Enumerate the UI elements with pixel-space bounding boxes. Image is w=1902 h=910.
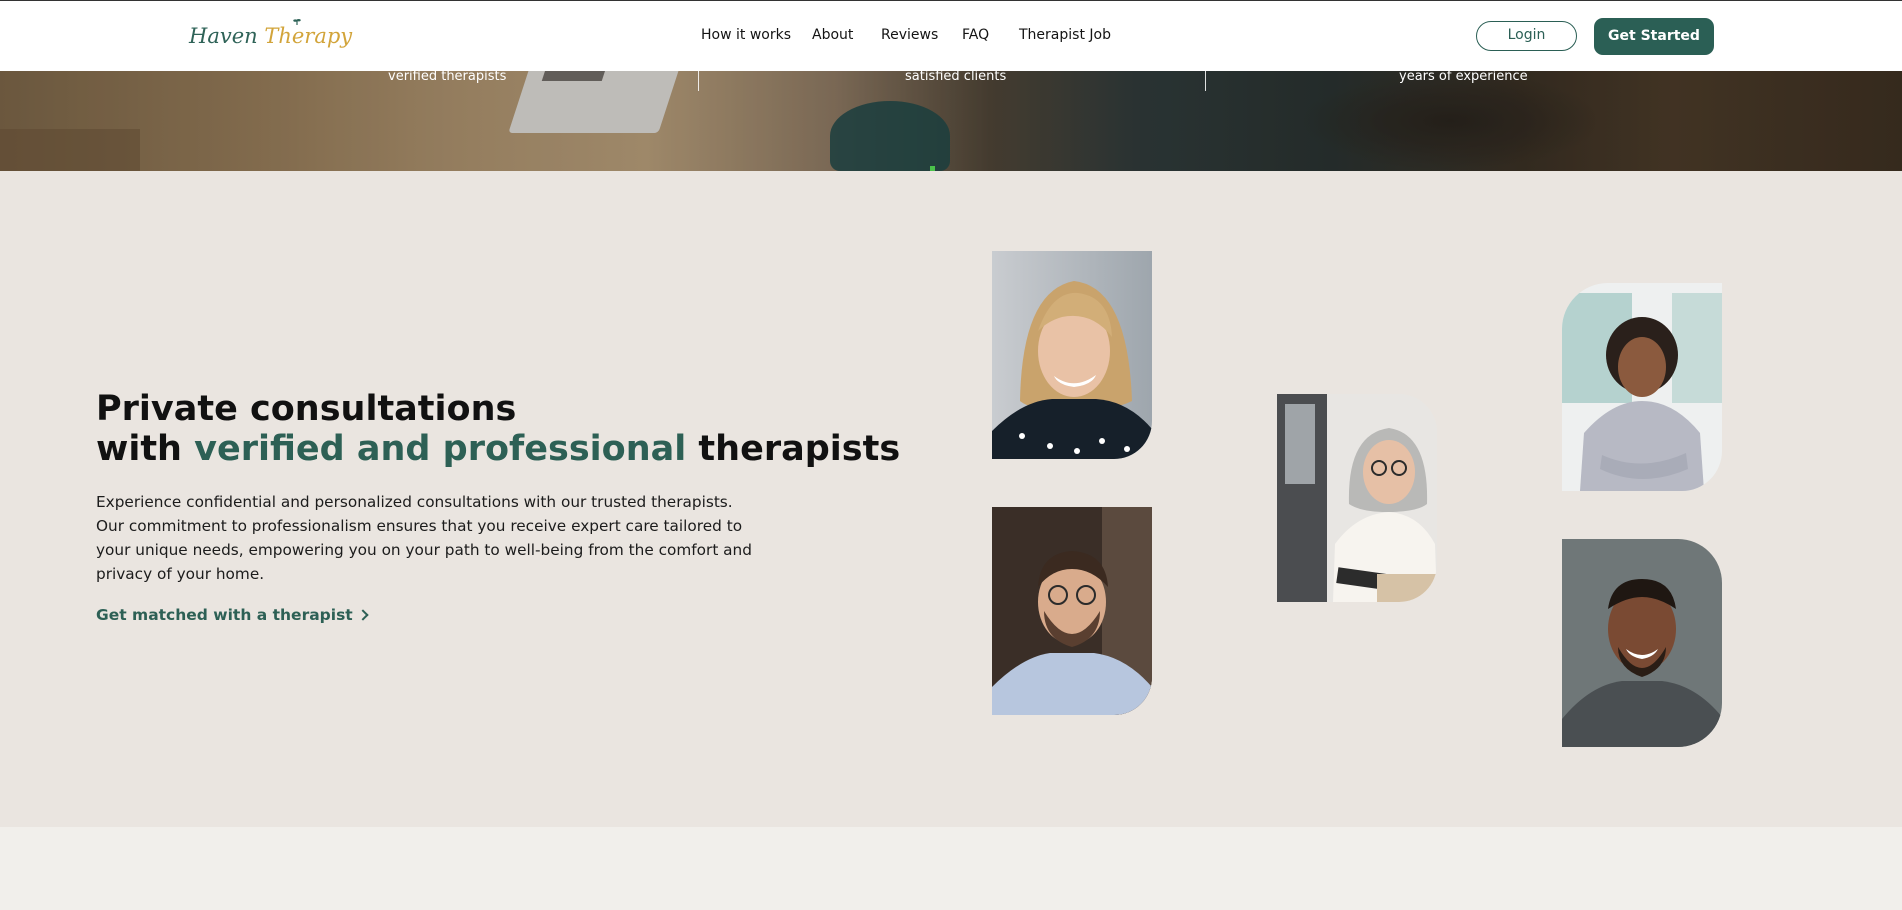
- site-header: Haven Therapy How it works About Reviews…: [0, 1, 1902, 71]
- consultations-section: Private consultations with verified and …: [0, 171, 1902, 827]
- nav-about[interactable]: About: [812, 27, 853, 43]
- therapist-photo-curly-haired-woman: [1562, 283, 1722, 491]
- nav-faq[interactable]: FAQ: [962, 27, 989, 43]
- nav-therapist-job[interactable]: Therapist Job: [1019, 27, 1111, 43]
- therapist-photo-man-glasses: [992, 507, 1152, 715]
- next-section: [0, 827, 1902, 910]
- logo-word-therapy-text: Therapy: [264, 24, 353, 48]
- chevron-right-icon: [357, 609, 369, 621]
- heading-accent: verified and professional: [194, 429, 687, 469]
- heading-line-2-post: therapists: [686, 429, 901, 469]
- therapist-photo-blonde-woman: [992, 251, 1152, 459]
- stat-label-years-experience: years of experience: [1399, 71, 1528, 84]
- section-heading: Private consultations with verified and …: [96, 389, 900, 469]
- sprout-icon: [293, 19, 302, 25]
- logo-word-therapy: Therapy: [264, 19, 353, 48]
- get-matched-link[interactable]: Get matched with a therapist: [96, 606, 369, 624]
- nav-reviews[interactable]: Reviews: [881, 27, 938, 43]
- stat-label-satisfied-clients: satisfied clients: [905, 71, 1007, 84]
- stat-divider: [698, 71, 699, 91]
- get-started-button[interactable]: Get Started: [1594, 18, 1714, 55]
- login-button[interactable]: Login: [1476, 21, 1577, 51]
- therapist-photo-smiling-man: [1562, 539, 1722, 747]
- heading-line-2-pre: with: [96, 429, 195, 469]
- heading-line-1: Private consultations: [96, 389, 517, 429]
- logo[interactable]: Haven Therapy: [189, 19, 353, 49]
- stat-label-verified-therapists: verified therapists: [388, 71, 507, 84]
- get-matched-label: Get matched with a therapist: [96, 606, 353, 624]
- logo-word-haven: Haven: [189, 24, 258, 48]
- hero-image-strip: verified therapists satisfied clients ye…: [0, 71, 1902, 171]
- section-description: Experience confidential and personalized…: [96, 493, 752, 583]
- stat-divider: [1205, 71, 1206, 91]
- nav-how-it-works[interactable]: How it works: [701, 27, 791, 43]
- therapist-photo-grey-haired-woman: [1277, 394, 1437, 602]
